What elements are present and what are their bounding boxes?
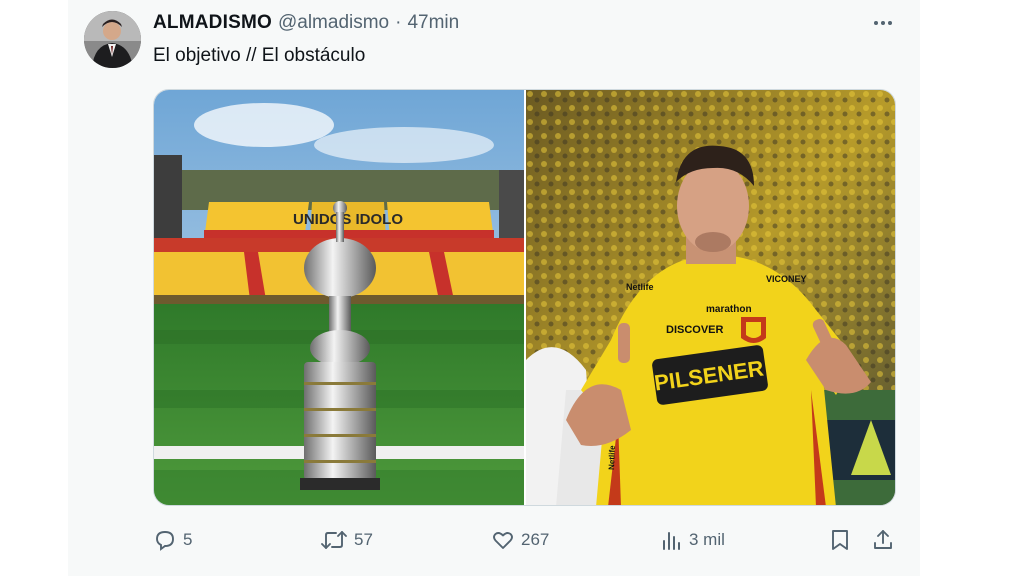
reply-icon (153, 528, 177, 552)
retweet-icon (320, 528, 348, 552)
views-action[interactable]: 3 mil (661, 527, 725, 553)
shirt-shoulder-sponsor: Netlife (626, 282, 654, 292)
like-count: 267 (521, 530, 550, 549)
retweet-action[interactable]: 57 (320, 527, 373, 553)
stadium-sign: UNIDOS IDOLO (293, 211, 403, 228)
tweet-header: ALMADISMO @almadismo · 47min (153, 12, 459, 36)
player-photo[interactable]: PILSENER DISCOVER marathon Netlife VICON… (526, 90, 895, 505)
trophy-stadium-photo[interactable]: UNIDOS IDOLO (154, 90, 524, 505)
shirt-sleeve-sponsor: VICONEY (766, 274, 807, 284)
views-count: 3 mil (689, 530, 725, 549)
bookmark-icon (829, 528, 851, 552)
share-action[interactable] (872, 527, 894, 553)
handle[interactable]: @almadismo (278, 12, 389, 34)
share-icon (872, 528, 894, 552)
time-separator: · (395, 12, 402, 33)
bookmark-action[interactable] (829, 527, 851, 553)
reply-action[interactable]: 5 (153, 527, 192, 553)
media-grid[interactable]: UNIDOS IDOLO PILSENER DISCOVER marathon … (153, 89, 896, 506)
like-action[interactable]: 267 (491, 527, 549, 553)
timestamp[interactable]: 47min (407, 12, 459, 34)
tweet-text: El objetivo // El obstáculo (153, 45, 366, 66)
more-horizontal-icon[interactable] (869, 12, 897, 34)
display-name[interactable]: ALMADISMO (153, 12, 272, 34)
like-icon (491, 528, 515, 552)
reply-count: 5 (183, 530, 193, 549)
retweet-count: 57 (354, 530, 373, 549)
shirt-side-sponsor: Netlife (607, 445, 617, 470)
shirt-front-sponsor: DISCOVER (666, 324, 724, 336)
shirt-top-sponsor: marathon (706, 304, 752, 315)
avatar[interactable] (84, 11, 141, 68)
views-icon (661, 528, 683, 552)
